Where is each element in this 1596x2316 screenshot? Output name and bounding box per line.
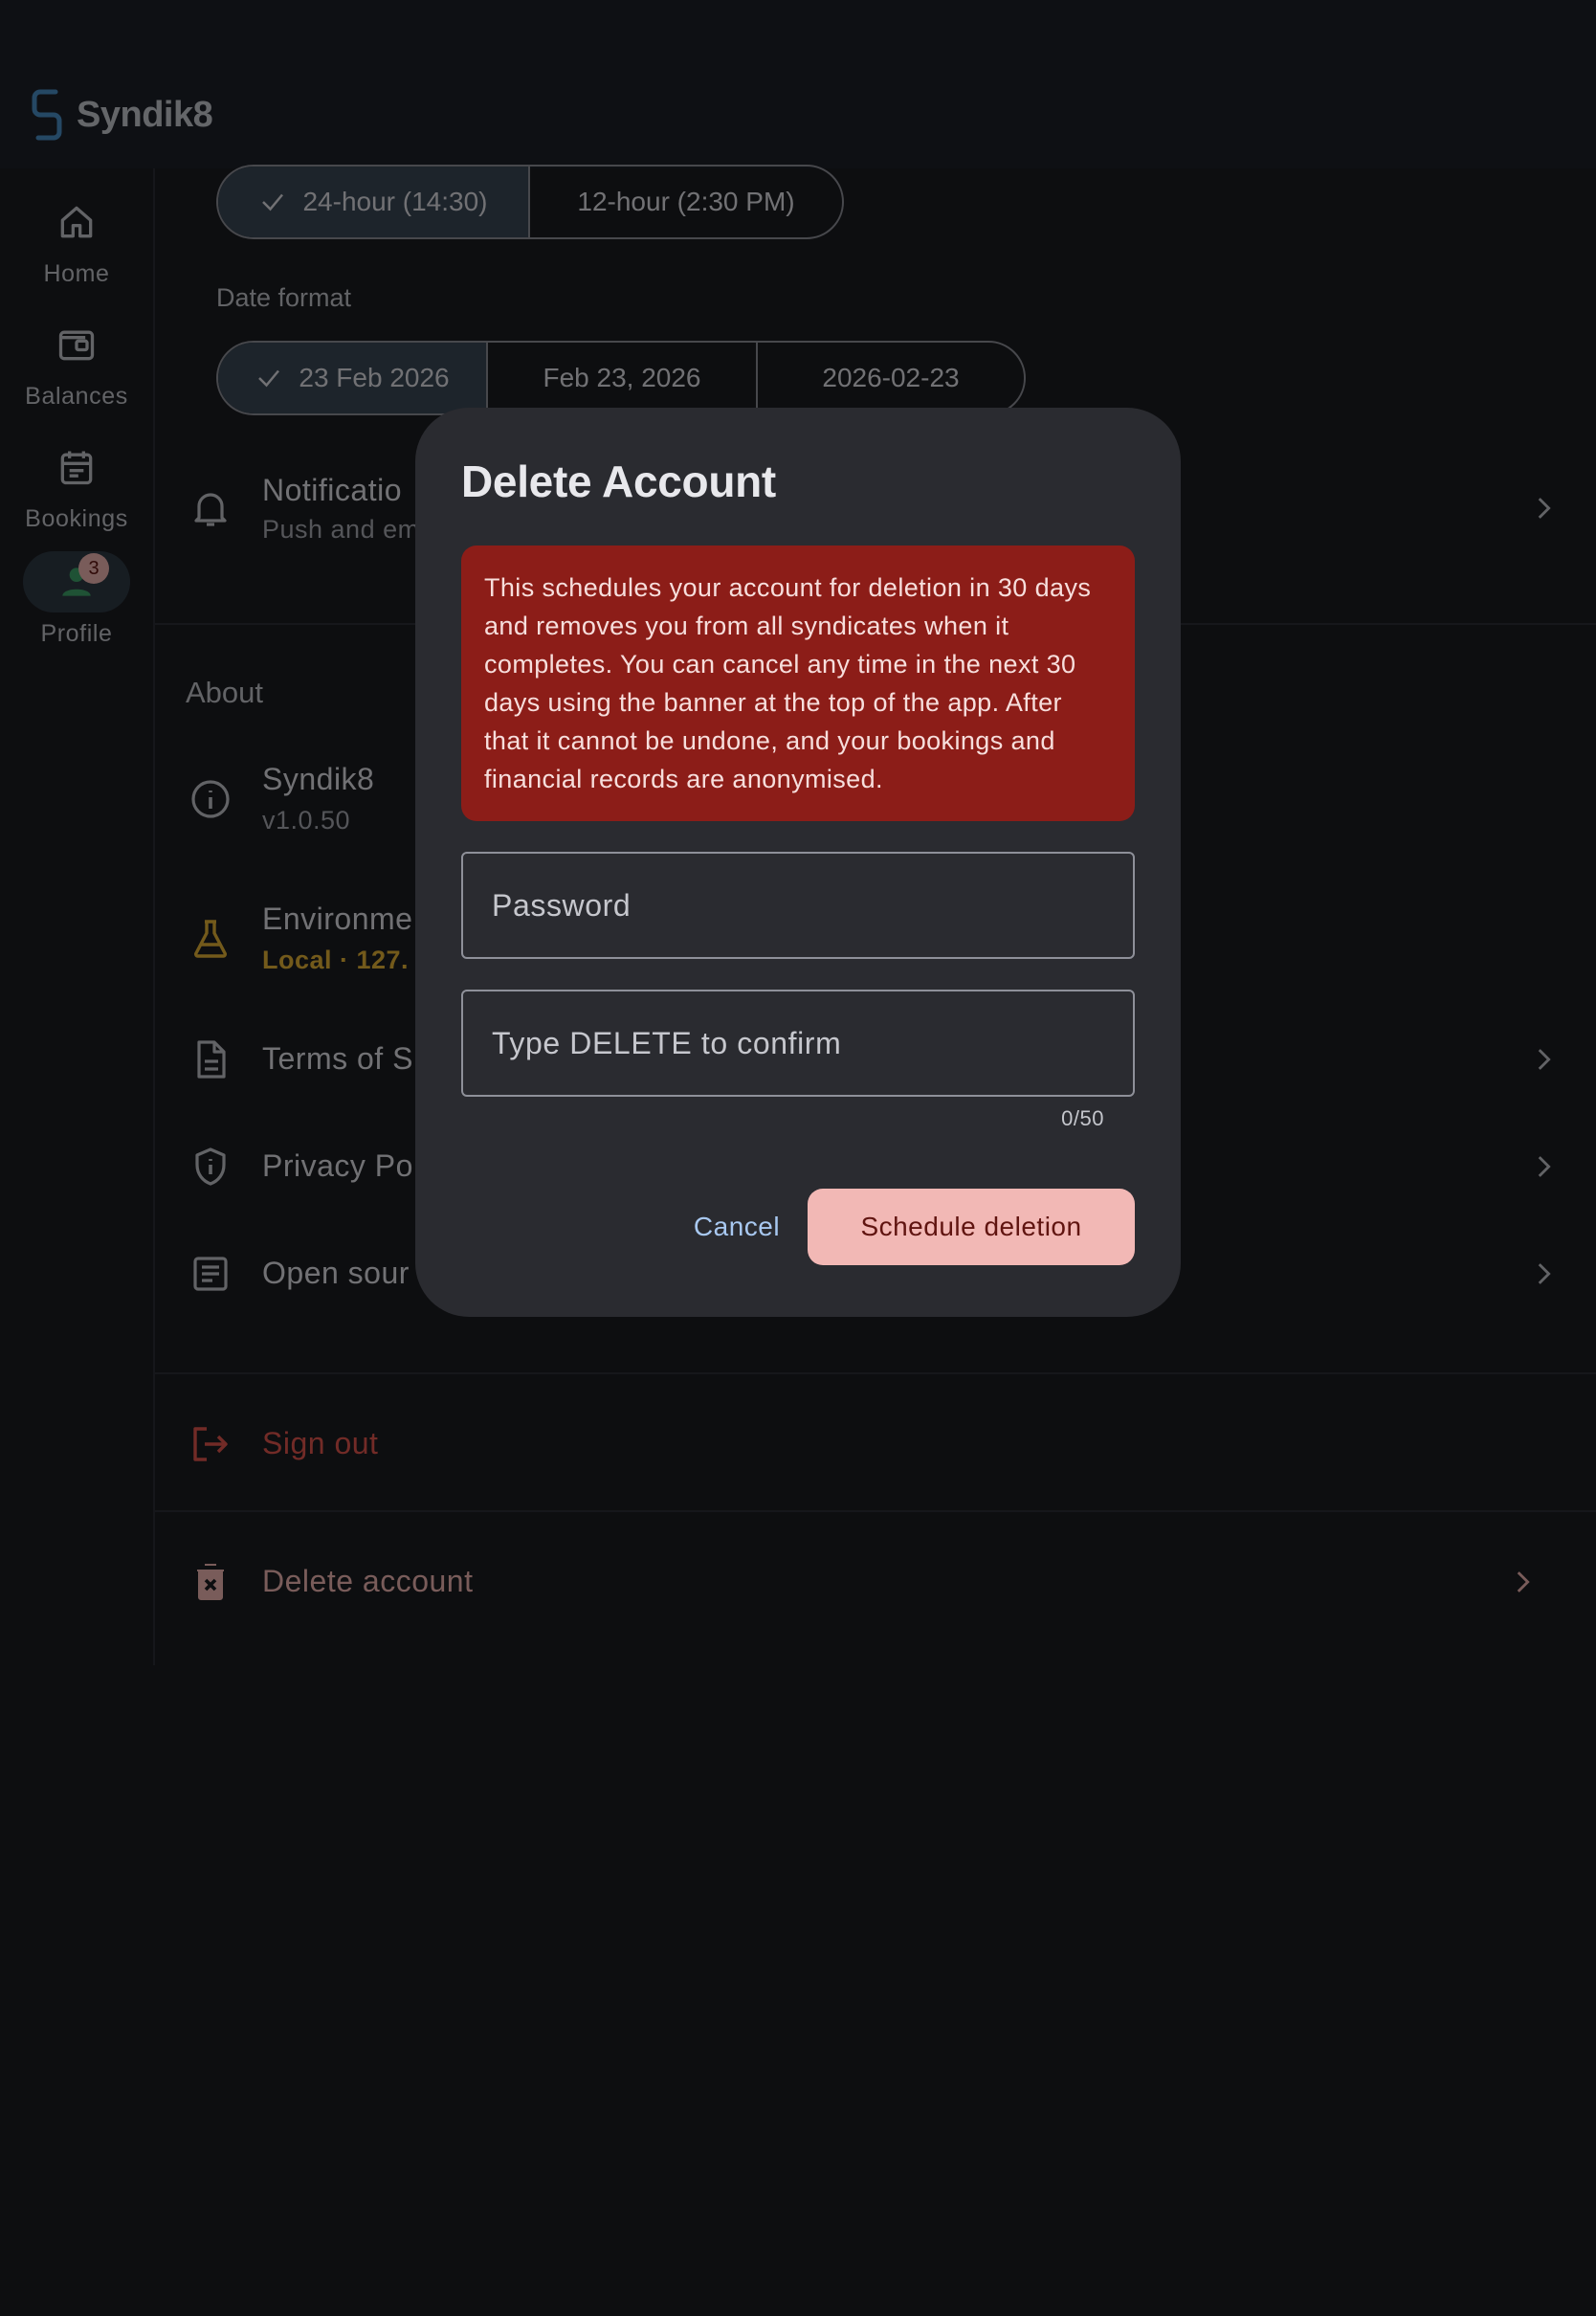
deletion-warning-message: This schedules your account for deletion… — [461, 546, 1135, 821]
cancel-button[interactable]: Cancel — [666, 1189, 808, 1265]
dialog-title: Delete Account — [461, 457, 776, 506]
delete-account-dialog: Delete Account This schedules your accou… — [415, 408, 1181, 1317]
delete-confirmation-field[interactable] — [461, 990, 1135, 1097]
password-field[interactable] — [461, 852, 1135, 959]
schedule-deletion-button[interactable]: Schedule deletion — [808, 1189, 1135, 1265]
character-counter: 0/50 — [1061, 1106, 1104, 1130]
